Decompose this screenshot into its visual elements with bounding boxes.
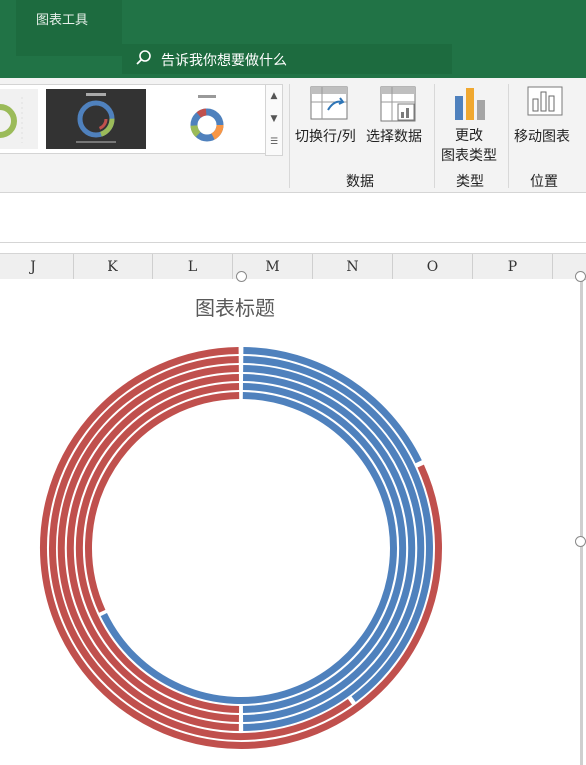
column-header-l[interactable]: L (153, 254, 233, 279)
gallery-scrollbar[interactable]: ▲ ▼ ☰ (265, 84, 283, 156)
chart-style-thumbnail[interactable] (158, 89, 256, 149)
change-chart-type-label-1: 更改 (455, 128, 483, 144)
change-chart-type-label-2: 图表类型 (441, 148, 497, 164)
column-header-j[interactable]: J (0, 254, 74, 279)
chart-style-thumbnail[interactable] (0, 89, 38, 149)
search-icon (136, 50, 151, 65)
change-chart-type-icon (455, 88, 485, 120)
chart-style-thumbnail[interactable] (46, 89, 146, 149)
gallery-expand-icon[interactable]: ☰ (266, 131, 282, 154)
column-header-row: J K L M N O P (0, 253, 586, 280)
group-divider (289, 84, 290, 188)
chart-tools-label: 图表工具 (36, 13, 89, 28)
doughnut-chart[interactable] (0, 279, 586, 765)
column-header-o[interactable]: O (393, 254, 473, 279)
select-data-icon (380, 86, 416, 122)
group-divider (434, 84, 435, 188)
group-divider (508, 84, 509, 188)
move-chart-icon (527, 86, 563, 116)
column-header-n[interactable]: N (313, 254, 393, 279)
select-data-button[interactable]: 选择数据 (366, 126, 422, 146)
group-label-data: 数据 (346, 174, 374, 190)
switch-row-column-button[interactable]: 切换行/列 (295, 126, 356, 146)
ring-6-segment-1[interactable] (100, 392, 397, 704)
move-chart-button[interactable]: 移动图表 (514, 126, 570, 146)
change-chart-type-button[interactable]: 更改 图表类型 (441, 126, 497, 166)
switch-row-column-icon (310, 86, 348, 120)
formula-bar[interactable] (0, 204, 586, 243)
group-label-location: 位置 (530, 174, 558, 190)
scroll-down-icon[interactable]: ▼ (266, 108, 282, 131)
chart-styles-gallery[interactable] (0, 84, 266, 154)
scroll-up-icon[interactable]: ▲ (266, 85, 282, 108)
column-header-p[interactable]: P (473, 254, 553, 279)
group-label-type: 类型 (456, 174, 484, 190)
tell-me-text[interactable]: 告诉我你想要做什么 (161, 50, 287, 70)
column-header-k[interactable]: K (73, 254, 153, 279)
